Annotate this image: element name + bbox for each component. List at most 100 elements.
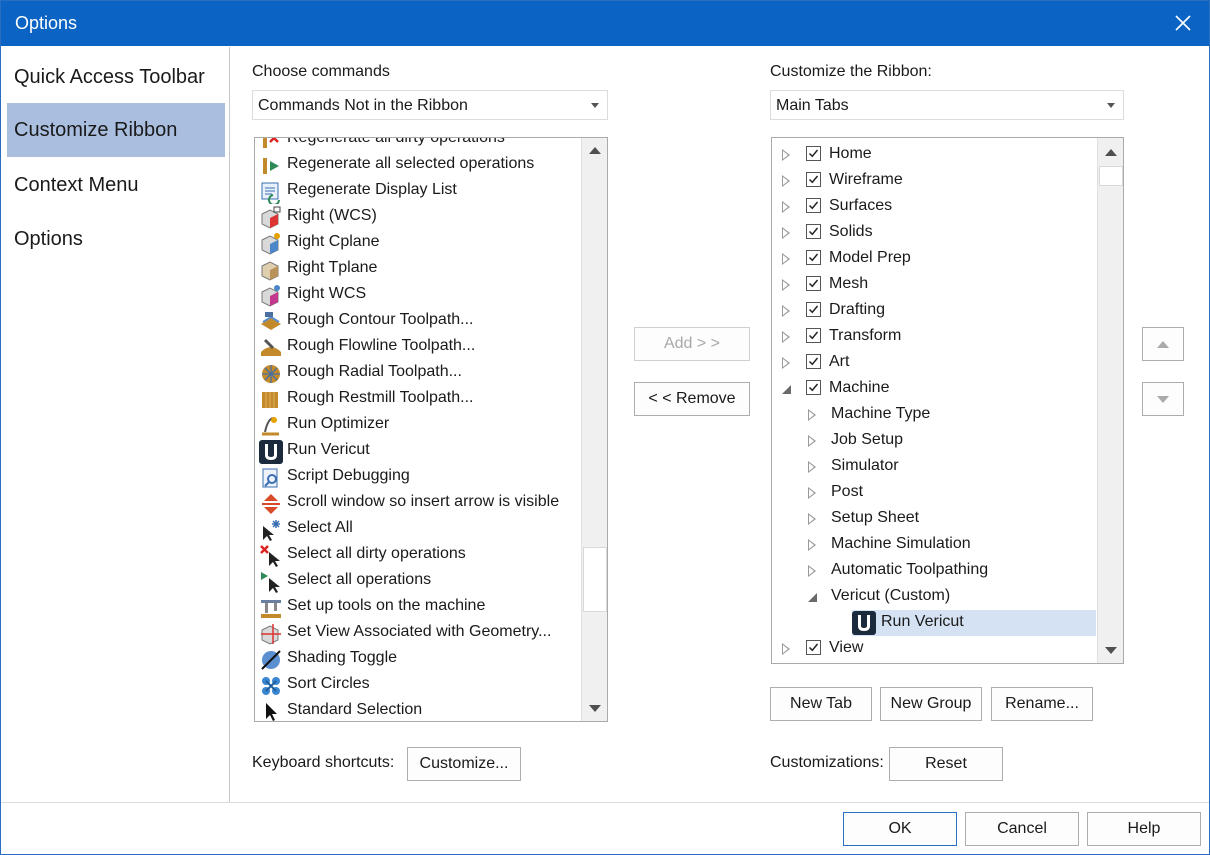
tree-item[interactable]: Machine Type (772, 402, 1092, 428)
tab-checkbox[interactable] (806, 328, 821, 343)
expand-icon[interactable] (808, 435, 816, 447)
customize-shortcuts-button[interactable]: Customize... (407, 747, 521, 781)
command-item[interactable]: Run Optimizer (259, 412, 579, 438)
command-item[interactable]: Right Tplane (259, 256, 579, 282)
expand-icon[interactable] (808, 539, 816, 551)
scroll-thumb[interactable] (1099, 166, 1123, 186)
command-item[interactable]: Rough Restmill Toolpath... (259, 386, 579, 412)
command-item[interactable]: Right WCS (259, 282, 579, 308)
choose-commands-combo[interactable]: Commands Not in the Ribbon (252, 90, 608, 120)
expand-icon[interactable] (782, 227, 790, 239)
commands-scrollbar[interactable] (581, 138, 607, 721)
tree-item[interactable]: Run Vericut (772, 610, 1096, 636)
tab-checkbox[interactable] (806, 224, 821, 239)
tab-checkbox[interactable] (806, 250, 821, 265)
command-item[interactable]: Script Debugging (259, 464, 579, 490)
tree-item[interactable]: Art (772, 350, 1092, 376)
move-down-button[interactable] (1142, 382, 1184, 416)
close-icon[interactable] (1171, 11, 1195, 35)
nav-item-quick-access-toolbar[interactable]: Quick Access Toolbar (7, 50, 225, 104)
tree-item[interactable]: View (772, 636, 1092, 662)
tree-item[interactable]: Post (772, 480, 1092, 506)
command-item[interactable]: Set up tools on the machine (259, 594, 579, 620)
remove-button[interactable]: < < Remove (634, 382, 750, 416)
expand-icon[interactable] (782, 149, 790, 161)
expand-icon[interactable] (782, 201, 790, 213)
collapse-icon[interactable] (782, 385, 791, 394)
ribbon-tree[interactable]: Home Wireframe Surfaces Solids Model Prep Mes… (771, 137, 1124, 664)
tab-checkbox[interactable] (806, 302, 821, 317)
tree-item[interactable]: Surfaces (772, 194, 1092, 220)
command-item[interactable]: Shading Toggle (259, 646, 579, 672)
expand-icon[interactable] (808, 409, 816, 421)
tree-item[interactable]: Drafting (772, 298, 1092, 324)
command-item[interactable]: Sort Circles (259, 672, 579, 698)
tree-item[interactable]: Solids (772, 220, 1092, 246)
expand-icon[interactable] (782, 357, 790, 369)
expand-icon[interactable] (782, 331, 790, 343)
command-item[interactable]: Regenerate all dirty operations (259, 138, 579, 152)
tab-checkbox[interactable] (806, 276, 821, 291)
ribbon-tabs-combo[interactable]: Main Tabs (770, 90, 1124, 120)
expand-icon[interactable] (808, 513, 816, 525)
command-item[interactable]: Regenerate all selected operations (259, 152, 579, 178)
command-item[interactable]: Scroll window so insert arrow is visible (259, 490, 579, 516)
scroll-down-icon[interactable] (1098, 637, 1123, 663)
help-button[interactable]: Help (1087, 812, 1201, 846)
tree-item[interactable]: Setup Sheet (772, 506, 1092, 532)
tab-checkbox[interactable] (806, 146, 821, 161)
expand-icon[interactable] (782, 305, 790, 317)
command-item[interactable]: Right Cplane (259, 230, 579, 256)
tab-checkbox[interactable] (806, 380, 821, 395)
expand-icon[interactable] (782, 253, 790, 265)
tree-item[interactable]: Wireframe (772, 168, 1092, 194)
tree-item[interactable]: Simulator (772, 454, 1092, 480)
rename-button[interactable]: Rename... (991, 687, 1093, 721)
command-item[interactable]: Rough Contour Toolpath... (259, 308, 579, 334)
expand-icon[interactable] (808, 487, 816, 499)
command-item[interactable]: Select All (259, 516, 579, 542)
tab-checkbox[interactable] (806, 640, 821, 655)
commands-list[interactable]: Regenerate all dirty operations Regenerat… (254, 137, 608, 722)
command-item[interactable]: Set View Associated with Geometry... (259, 620, 579, 646)
tree-item[interactable]: Mesh (772, 272, 1092, 298)
nav-item-options[interactable]: Options (7, 212, 225, 266)
collapse-icon[interactable] (808, 593, 817, 602)
scroll-down-icon[interactable] (582, 695, 607, 721)
command-item[interactable]: Rough Radial Toolpath... (259, 360, 579, 386)
ok-button[interactable]: OK (843, 812, 957, 846)
command-item[interactable]: Select all operations (259, 568, 579, 594)
tree-item[interactable]: Vericut (Custom) (772, 584, 1092, 610)
new-group-button[interactable]: New Group (880, 687, 982, 721)
tab-checkbox[interactable] (806, 354, 821, 369)
nav-item-customize-ribbon[interactable]: Customize Ribbon (7, 103, 225, 157)
expand-icon[interactable] (782, 279, 790, 291)
new-tab-button[interactable]: New Tab (770, 687, 872, 721)
ribbon-tree-scrollbar[interactable] (1097, 138, 1123, 663)
tab-checkbox[interactable] (806, 198, 821, 213)
tree-item[interactable]: Machine (772, 376, 1092, 402)
cancel-button[interactable]: Cancel (965, 812, 1079, 846)
tree-item[interactable]: Machine Simulation (772, 532, 1092, 558)
scroll-up-icon[interactable] (1098, 140, 1123, 166)
tree-item[interactable]: Model Prep (772, 246, 1092, 272)
command-item[interactable]: Run Vericut (259, 438, 579, 464)
command-item[interactable]: Select all dirty operations (259, 542, 579, 568)
tree-item[interactable]: Home (772, 142, 1092, 168)
nav-item-context-menu[interactable]: Context Menu (7, 158, 225, 212)
reset-button[interactable]: Reset (889, 747, 1003, 781)
expand-icon[interactable] (782, 175, 790, 187)
expand-icon[interactable] (808, 461, 816, 473)
scroll-thumb[interactable] (583, 547, 607, 612)
command-item[interactable]: Right (WCS) (259, 204, 579, 230)
tree-item[interactable]: Transform (772, 324, 1092, 350)
tab-checkbox[interactable] (806, 172, 821, 187)
command-item[interactable]: Standard Selection (259, 698, 579, 721)
move-up-button[interactable] (1142, 327, 1184, 361)
tree-item[interactable]: Automatic Toolpathing (772, 558, 1092, 584)
command-item[interactable]: Rough Flowline Toolpath... (259, 334, 579, 360)
scroll-up-icon[interactable] (582, 138, 607, 164)
tree-item[interactable]: Job Setup (772, 428, 1092, 454)
command-item[interactable]: Regenerate Display List (259, 178, 579, 206)
add-button[interactable]: Add > > (634, 327, 750, 361)
